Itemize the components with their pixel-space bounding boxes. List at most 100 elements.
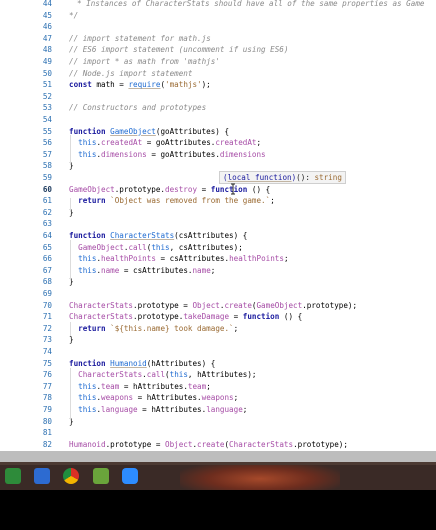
code-token: name xyxy=(101,265,120,275)
indent-guide xyxy=(69,368,71,420)
code-line[interactable]: 58} xyxy=(0,160,436,172)
code-line[interactable]: 70 CharacterStats.prototype = Object.crea… xyxy=(0,300,436,312)
code-token: GameObject xyxy=(256,300,303,310)
line-number: 59 xyxy=(42,173,52,182)
code-line[interactable]: 74 xyxy=(0,346,436,358)
code-token: () { xyxy=(279,312,303,322)
code-line[interactable]: 63 xyxy=(0,218,436,230)
code-line[interactable]: 65 GameObject.call(this, csAttributes); xyxy=(0,242,436,254)
code-line[interactable]: 49 // import * as math from 'mathjs' xyxy=(0,56,436,68)
line-code: // Node.js import statement xyxy=(69,68,192,80)
code-token: `Object was removed from the game.` xyxy=(110,196,271,206)
code-line[interactable]: 47 // import statement for math.js xyxy=(0,33,436,45)
line-code: GameObject.prototype.destroy = function … xyxy=(69,184,270,196)
code-token: weapons xyxy=(201,393,234,403)
code-line[interactable]: 73} xyxy=(0,334,436,346)
code-token: ; xyxy=(242,405,248,414)
indent-guide xyxy=(69,135,71,165)
line-number: 61 xyxy=(42,196,52,206)
code-token: ; xyxy=(210,265,216,275)
code-line[interactable]: 62} xyxy=(0,207,436,219)
code-line[interactable]: 79 this.language = hAttributes.language; xyxy=(0,404,436,416)
code-token: this xyxy=(78,405,97,414)
code-line[interactable]: 64 function CharacterStats(csAttributes) … xyxy=(0,230,436,242)
code-token: * Instances of CharacterStats should hav… xyxy=(77,0,425,8)
mouse-cursor-icon xyxy=(230,180,236,195)
taskbar-edge xyxy=(0,462,436,465)
visual-studio-icon[interactable] xyxy=(34,468,50,484)
line-number: 55 xyxy=(42,126,52,136)
code-token: this xyxy=(78,138,97,148)
code-token: () { xyxy=(247,184,271,194)
code-line[interactable]: 76 CharacterStats.call(this, hAttributes… xyxy=(0,369,436,381)
notes-app-icon[interactable] xyxy=(93,468,109,484)
line-code: this.name = csAttributes.name; xyxy=(69,265,215,277)
code-token: Humanoid xyxy=(110,358,147,368)
code-token: GameObject xyxy=(110,126,156,136)
zoom-icon[interactable] xyxy=(122,468,138,484)
code-token: ; xyxy=(283,254,289,264)
code-line[interactable]: 45 */ xyxy=(0,10,436,22)
code-line[interactable]: 44 * Instances of CharacterStats should h… xyxy=(0,0,436,10)
code-token: name xyxy=(192,265,211,275)
code-token: CharacterStats xyxy=(69,300,134,310)
code-line[interactable]: 46 xyxy=(0,21,436,33)
code-token: = xyxy=(229,312,243,322)
code-line[interactable]: 66 this.healthPoints = csAttributes.heal… xyxy=(0,253,436,265)
line-number: 76 xyxy=(42,370,52,380)
chrome-icon[interactable] xyxy=(63,468,79,484)
code-token: = hAttributes. xyxy=(133,393,202,403)
code-line[interactable]: 81 xyxy=(0,427,436,439)
line-number: 51 xyxy=(42,80,52,90)
code-line[interactable]: 51 const math = require('mathjs'); xyxy=(0,79,436,91)
code-line[interactable]: 59 xyxy=(0,172,436,184)
code-line[interactable]: 75 function Humanoid(hAttributes) { xyxy=(0,358,436,370)
line-number: 63 xyxy=(42,219,52,229)
code-line[interactable]: 53 // Constructors and prototypes xyxy=(0,102,436,114)
code-line[interactable]: 50 // Node.js import statement xyxy=(0,68,436,80)
code-token: = goAttributes. xyxy=(146,149,220,159)
code-line[interactable]: 52 xyxy=(0,91,436,103)
indent-guide xyxy=(69,240,71,280)
line-number: 78 xyxy=(42,393,52,403)
code-line[interactable]: 71 CharacterStats.prototype.takeDamage = … xyxy=(0,311,436,323)
code-line[interactable]: 55 function GameObject(goAttributes) { xyxy=(0,126,436,138)
indent-guide xyxy=(69,322,71,336)
code-line[interactable]: 68} xyxy=(0,276,436,288)
code-editor-icon[interactable] xyxy=(5,468,21,484)
code-line[interactable]: 67 this.name = csAttributes.name; xyxy=(0,265,436,277)
code-token: CharacterStats xyxy=(78,370,143,380)
line-code: // import statement for math.js xyxy=(69,33,211,45)
line-number: 81 xyxy=(42,428,52,438)
line-code: } xyxy=(69,334,74,346)
line-number: 70 xyxy=(42,300,52,310)
code-line[interactable]: 80} xyxy=(0,416,436,428)
code-token: this xyxy=(78,265,97,275)
code-line[interactable]: 57 this.dimensions = goAttributes.dimens… xyxy=(0,149,436,161)
code-line[interactable]: 72 return `${this.name} took damage.`; xyxy=(0,323,436,335)
line-number: 53 xyxy=(42,103,52,113)
code-line[interactable]: 82 Humanoid.prototype = Object.create(Cha… xyxy=(0,439,436,451)
code-editor[interactable]: 44 * Instances of CharacterStats should h… xyxy=(0,0,436,451)
code-line[interactable]: 54 xyxy=(0,114,436,126)
line-number: 65 xyxy=(42,242,52,252)
code-token: dimensions xyxy=(101,149,147,159)
code-token: Object xyxy=(165,439,193,449)
code-line[interactable]: 61 return `Object was removed from the g… xyxy=(0,195,436,207)
line-code: // Constructors and prototypes xyxy=(69,102,206,114)
line-code: this.weapons = hAttributes.weapons; xyxy=(69,392,238,404)
code-token: function xyxy=(242,312,280,322)
code-line[interactable]: 69 xyxy=(0,288,436,300)
code-line[interactable]: 60 GameObject.prototype.destroy = functio… xyxy=(0,184,436,196)
code-line[interactable]: 77 this.team = hAttributes.team; xyxy=(0,381,436,393)
code-line[interactable]: 48 // ES6 import statement (uncomment if … xyxy=(0,44,436,56)
code-line[interactable]: 56 this.createdAt = goAttributes.created… xyxy=(0,137,436,149)
code-token: .prototype = xyxy=(133,300,193,310)
line-code: */ xyxy=(69,10,78,22)
code-token: this xyxy=(151,242,170,252)
code-line[interactable]: 78 this.weapons = hAttributes.weapons; xyxy=(0,392,436,404)
code-token: createdAt xyxy=(215,138,257,148)
line-number: 60 xyxy=(42,184,52,194)
line-code: CharacterStats.prototype = Object.create… xyxy=(69,300,357,312)
code-token: = csAttributes. xyxy=(119,265,193,275)
